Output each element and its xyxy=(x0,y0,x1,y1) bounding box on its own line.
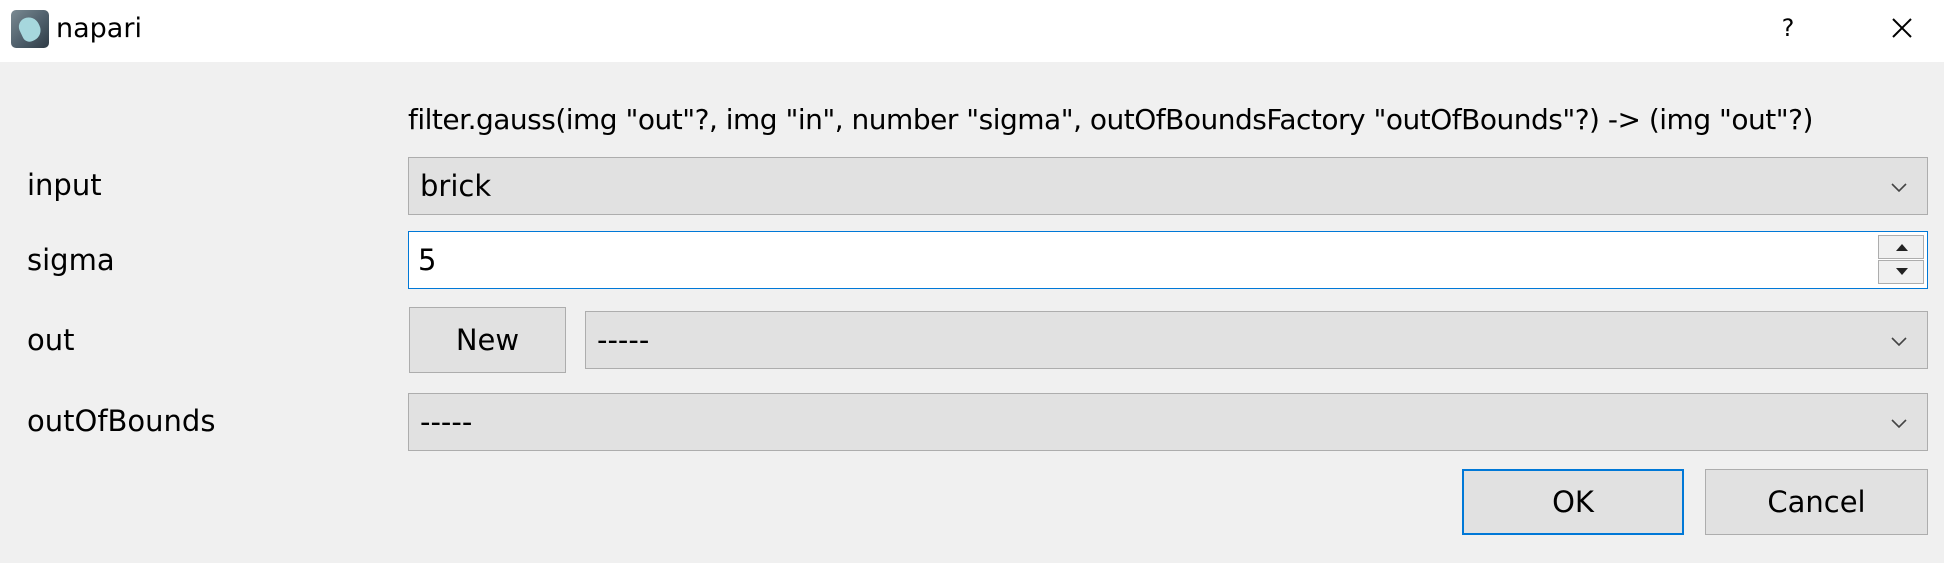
sigma-label: sigma xyxy=(27,243,115,277)
napari-logo-icon xyxy=(11,10,49,48)
sigma-value: 5 xyxy=(418,243,437,277)
function-signature: filter.gauss(img "out"?, img "in", numbe… xyxy=(408,103,1813,136)
cancel-button[interactable]: Cancel xyxy=(1705,469,1928,535)
out-label: out xyxy=(27,323,75,357)
input-combobox-value: brick xyxy=(420,169,492,203)
caret-down-icon xyxy=(1896,268,1908,275)
spin-up-button[interactable] xyxy=(1878,235,1924,259)
window-title: napari xyxy=(56,13,142,44)
spin-down-button[interactable] xyxy=(1878,260,1924,284)
chevron-down-icon xyxy=(1891,337,1907,347)
ok-button[interactable]: OK xyxy=(1462,469,1684,535)
out-combobox[interactable]: ----- xyxy=(585,311,1928,369)
input-label: input xyxy=(27,168,102,202)
new-output-button[interactable]: New xyxy=(409,307,566,373)
outofbounds-label: outOfBounds xyxy=(27,404,216,438)
chevron-down-icon xyxy=(1891,419,1907,429)
outofbounds-combobox-value: ----- xyxy=(420,405,473,439)
out-combobox-value: ----- xyxy=(597,323,650,357)
chevron-down-icon xyxy=(1891,183,1907,193)
close-button[interactable] xyxy=(1884,10,1920,46)
sigma-spinbox[interactable]: 5 xyxy=(408,231,1928,289)
help-button[interactable]: ? xyxy=(1770,10,1806,46)
outofbounds-combobox[interactable]: ----- xyxy=(408,393,1928,451)
title-bar: napari ? xyxy=(0,0,1944,62)
sigma-spin-arrows xyxy=(1878,235,1924,285)
caret-up-icon xyxy=(1896,244,1908,251)
input-combobox[interactable]: brick xyxy=(408,157,1928,215)
close-icon xyxy=(1892,18,1912,38)
